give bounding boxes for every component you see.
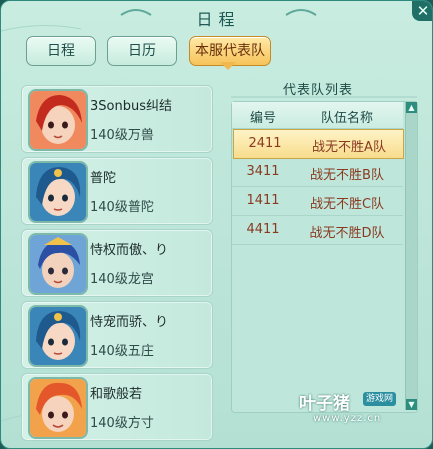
member-level: 140级五庄 [90,344,154,359]
site-watermark: 叶子猪 游戏网 www.yzz.cn [299,389,427,445]
watermark-url: www.yzz.cn [313,413,382,424]
orange-haired-boy-avatar [28,377,88,439]
blue-haired-girl-avatar [28,161,88,223]
title-bar: 日程 [151,8,286,32]
red-haired-girl-avatar [28,89,88,151]
close-icon: ✕ [416,2,430,20]
team-name: 战无不胜D队 [309,226,385,241]
member-card[interactable]: 普陀 140级普陀 [21,157,213,225]
member-card[interactable]: 恃宠而骄、り 140级五庄 [21,301,213,369]
member-level: 140级龙宫 [90,272,154,287]
active-tab-pointer [220,62,236,70]
member-name: 3Sonbus纠结 [90,99,172,114]
blue-haired-boy-avatar [28,233,88,295]
member-name: 恃权而傲、り [90,243,169,258]
table-row[interactable]: 4411 战无不胜D队 [232,216,403,245]
member-name: 和歌般若 [90,387,143,402]
tab-calendar[interactable]: 日历 [107,36,177,66]
schedule-window: 日程 ✕ 日程 日历 本服代表队 3Sonbus纠结 140级万兽 普陀 140… [0,0,433,449]
team-list-table: 编号 队伍名称 2411 战无不胜A队 3411 战无不胜B队 1411 战无不… [231,101,418,413]
watermark-logo-text: 叶子猪 [299,394,350,414]
table-row[interactable]: 2411 战无不胜A队 [233,129,404,159]
table-row[interactable]: 3411 战无不胜B队 [232,158,403,187]
close-button[interactable]: ✕ [412,1,432,21]
member-list: 3Sonbus纠结 140级万兽 普陀 140级普陀 恃权而傲、り 140级龙宫… [21,85,215,445]
column-header-id: 编号 [249,111,276,126]
member-level: 140级万兽 [90,128,154,143]
team-id: 4411 [246,222,280,237]
table-row[interactable]: 1411 战无不胜C队 [232,187,403,216]
member-card[interactable]: 恃权而傲、り 140级龙宫 [21,229,213,297]
team-name: 战无不胜C队 [309,197,385,212]
team-id: 3411 [246,164,280,179]
column-header-team-name: 队伍名称 [320,111,373,126]
tab-schedule[interactable]: 日程 [26,36,96,66]
team-list-title: 代表队列表 [283,83,354,98]
watermark-badge: 游戏网 [363,392,397,406]
member-name: 恃宠而骄、り [90,315,169,330]
member-name: 普陀 [90,171,117,186]
member-level: 140级方寸 [90,416,154,431]
scroll-up-arrow-icon[interactable]: ▲ [406,102,417,113]
blue-haired-girl-avatar [28,305,88,367]
member-level: 140级普陀 [90,200,154,215]
window-title: 日程 [196,10,241,29]
team-name: 战无不胜B队 [310,168,384,183]
member-card[interactable]: 3Sonbus纠结 140级万兽 [21,85,213,153]
team-id: 1411 [246,193,280,208]
table-header: 编号 队伍名称 [232,102,403,129]
team-id: 2411 [248,136,282,151]
scrollbar[interactable]: ▲ ▼ [405,102,417,410]
member-card[interactable]: 和歌般若 140级方寸 [21,373,213,441]
team-name: 战无不胜A队 [312,140,386,155]
